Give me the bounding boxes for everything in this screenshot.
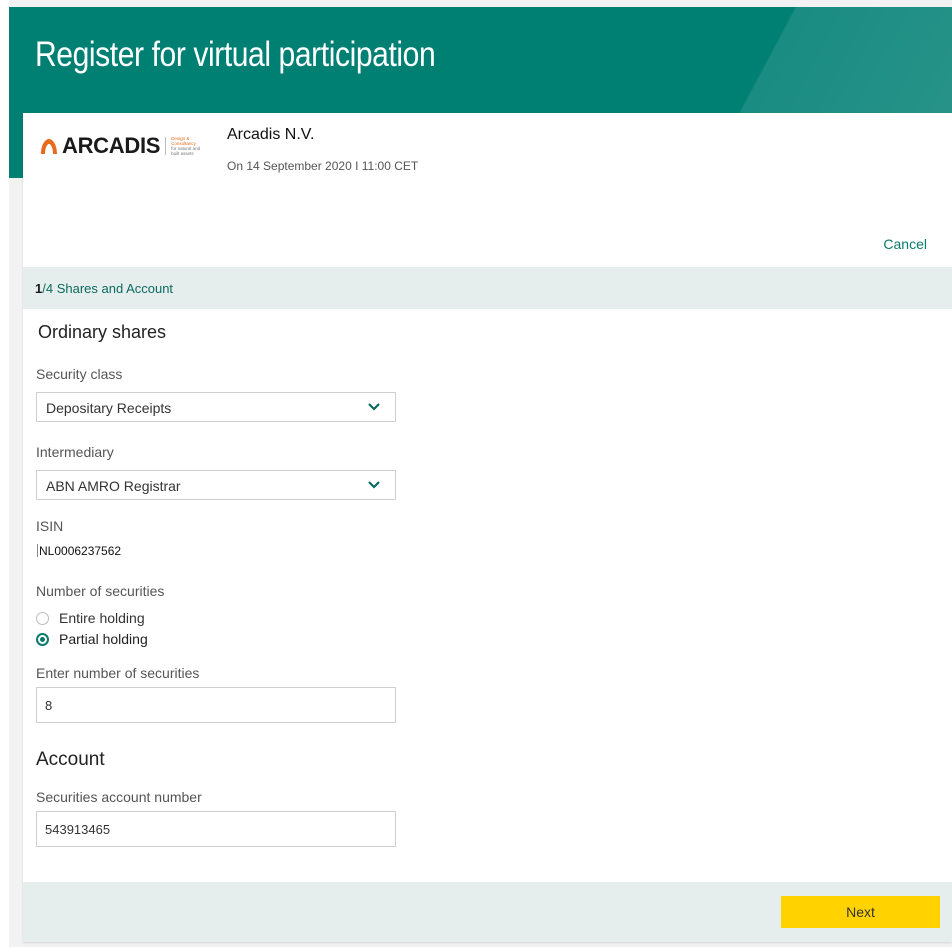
account-number-input[interactable] [36,811,396,847]
security-class-label: Security class [36,366,123,382]
logo-divider [165,137,167,155]
intermediary-label: Intermediary [36,444,114,460]
cancel-link[interactable]: Cancel [883,236,927,252]
enter-number-label: Enter number of securities [36,665,200,681]
chevron-down-icon [368,481,380,489]
text-cursor-icon [37,544,38,557]
form-footer: Next [23,882,952,942]
intermediary-value: ABN AMRO Registrar [46,478,181,494]
registration-card: ARCADIS Design & Consultancy for natural… [23,113,952,942]
step-label: /4 Shares and Account [42,281,174,296]
partial-holding-label: Partial holding [59,631,148,647]
account-heading: Account [36,749,105,770]
intermediary-select[interactable]: ABN AMRO Registrar [36,470,396,500]
company-logo: ARCADIS Design & Consultancy for natural… [39,133,205,159]
arcadis-logo-icon [41,139,57,154]
step-indicator-bar: 1/4 Shares and Account [23,267,952,309]
number-of-securities-label: Number of securities [36,583,165,599]
page-title: Register for virtual participation [35,35,436,74]
logo-tagline-line: built assets [171,151,194,156]
company-name: Arcadis N.V. [227,126,315,143]
partial-holding-radio[interactable] [36,632,49,646]
chevron-down-icon [368,403,380,411]
security-class-select[interactable]: Depositary Receipts [36,392,396,422]
logo-tagline-line: Design & Consultancy [171,136,196,146]
logo-wordmark: ARCADIS [62,133,161,158]
page-gutter [0,0,9,947]
entire-holding-label: Entire holding [59,610,145,626]
isin-label: ISIN [36,518,64,534]
securities-quantity-input[interactable] [36,687,396,723]
entire-holding-radio[interactable] [36,611,49,625]
account-number-label: Securities account number [36,789,202,805]
isin-value: NL0006237562 [37,544,122,558]
step-indicator: 1/4 Shares and Account [35,281,173,296]
logo-tagline: Design & Consultancy for natural and bui… [171,136,205,156]
ordinary-shares-heading: Ordinary shares [38,322,167,342]
partial-holding-option[interactable]: Partial holding [36,631,148,647]
next-button[interactable]: Next [781,896,940,928]
security-class-value: Depositary Receipts [46,400,172,416]
meeting-date: On 14 September 2020 I 11:00 CET [227,159,419,173]
entire-holding-option[interactable]: Entire holding [36,610,145,626]
